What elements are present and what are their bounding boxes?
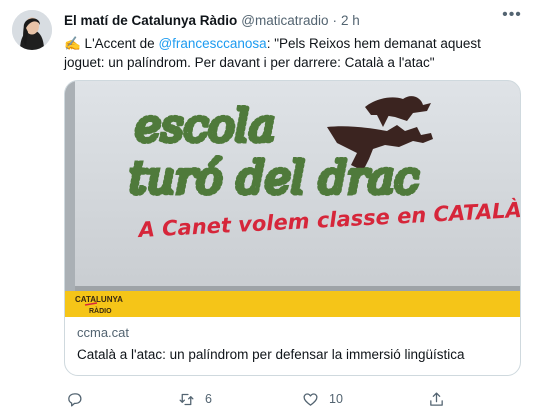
share-button[interactable] [428, 388, 445, 410]
link-card[interactable]: escola turó del drac A Canet volem class… [64, 80, 521, 376]
tweet-header: El matí de Catalunya Ràdio @maticatradio… [64, 8, 520, 32]
separator-dot: · [332, 12, 338, 28]
reply-button[interactable] [66, 388, 83, 410]
image-word-escola: escola [135, 101, 275, 152]
author-handle[interactable]: @maticatradio [241, 13, 328, 28]
tweet-text-prefix: ✍️ L'Accent de [64, 36, 159, 51]
tweet-timestamp[interactable]: 2 h [341, 13, 360, 28]
mention-link[interactable]: @francesccanosa [158, 36, 266, 51]
image-words-turo-del-drac: turó del drac [129, 153, 419, 204]
card-domain: ccma.cat [77, 325, 130, 340]
card-title: Català a l'atac: un palíndrom per defens… [77, 347, 465, 362]
reply-icon [68, 392, 82, 407]
more-options-icon[interactable]: ••• [500, 7, 524, 24]
brand-band [65, 291, 520, 317]
retweet-count: 6 [205, 392, 212, 406]
avatar[interactable] [12, 10, 52, 50]
avatar-image [12, 10, 52, 50]
like-button[interactable]: 10 [302, 388, 343, 410]
share-icon [430, 391, 443, 406]
retweet-icon [179, 393, 194, 405]
author-name[interactable]: El matí de Catalunya Ràdio [64, 13, 237, 28]
tweet-actions: 6 10 [64, 388, 520, 410]
card-image[interactable]: escola turó del drac A Canet volem class… [65, 81, 520, 317]
heart-icon [303, 392, 318, 406]
brand-line-1: CATALUNYA [75, 295, 123, 304]
brand-line-2: RÀDIO [89, 306, 112, 315]
like-count: 10 [329, 392, 343, 406]
tweet-text: ✍️ L'Accent de @francesccanosa: "Pels Re… [64, 34, 520, 72]
retweet-button[interactable]: 6 [178, 388, 212, 410]
